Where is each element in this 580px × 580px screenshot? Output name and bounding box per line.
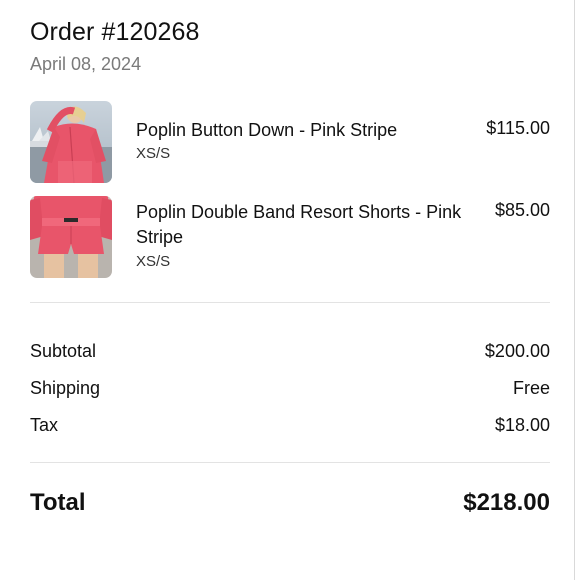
divider <box>30 462 550 463</box>
pink-shirt-photo <box>30 101 112 183</box>
product-name[interactable]: Poplin Double Band Resort Shorts - Pink … <box>136 200 466 250</box>
subtotal-value: $200.00 <box>484 341 550 361</box>
scroll-edge <box>574 0 575 580</box>
product-thumbnail[interactable] <box>30 101 112 183</box>
divider <box>30 302 550 303</box>
shipping-label: Shipping <box>30 378 101 398</box>
order-detail-page: Order #120268 April 08, 2024 Poplin Butt… <box>0 0 580 580</box>
tax-label: Tax <box>30 415 59 435</box>
product-thumbnail[interactable] <box>30 196 112 278</box>
subtotal-label: Subtotal <box>30 341 97 361</box>
product-variant: XS/S <box>136 253 171 270</box>
order-title: Order #120268 <box>30 18 200 46</box>
product-variant: XS/S <box>136 145 171 162</box>
product-price: $115.00 <box>486 118 550 138</box>
total-label: Total <box>30 489 86 516</box>
shipping-value: Free <box>512 378 550 398</box>
order-date: April 08, 2024 <box>30 54 142 74</box>
product-name[interactable]: Poplin Button Down - Pink Stripe <box>136 118 466 143</box>
total-value: $218.00 <box>463 489 550 516</box>
pink-shorts-photo <box>30 196 112 278</box>
product-price: $85.00 <box>494 200 550 220</box>
tax-value: $18.00 <box>494 415 550 435</box>
